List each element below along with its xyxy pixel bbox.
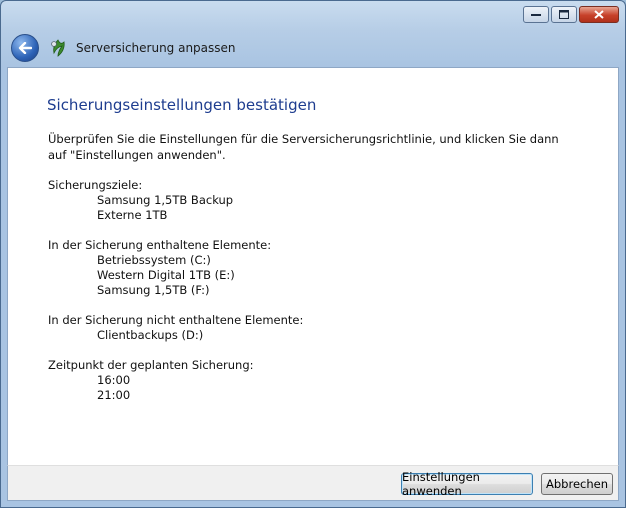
included-label: In der Sicherung enthaltene Elemente: xyxy=(48,238,272,252)
server-backup-icon xyxy=(51,39,65,57)
excluded-label: In der Sicherung nicht enthaltene Elemen… xyxy=(48,313,304,327)
page-title: Sicherungseinstellungen bestätigen xyxy=(47,96,317,114)
wizard-footer: Einstellungen anwenden Abbrechen xyxy=(7,465,619,501)
schedule-time: 21:00 xyxy=(97,388,131,402)
close-icon xyxy=(594,10,604,19)
close-button[interactable] xyxy=(579,6,619,23)
targets-label: Sicherungsziele: xyxy=(48,178,143,192)
wizard-content: Sicherungseinstellungen bestätigen Überp… xyxy=(7,67,619,467)
wizard-window: Serversicherung anpassen Sicherungseinst… xyxy=(0,0,626,508)
excluded-item: Clientbackups (D:) xyxy=(97,328,204,342)
included-item: Western Digital 1TB (E:) xyxy=(97,268,235,282)
schedule-label: Zeitpunkt der geplanten Sicherung: xyxy=(48,358,254,372)
back-arrow-icon xyxy=(18,42,32,54)
back-button[interactable] xyxy=(11,34,39,62)
minimize-button[interactable] xyxy=(523,6,549,23)
included-item: Samsung 1,5TB (F:) xyxy=(97,283,210,297)
schedule-time: 16:00 xyxy=(97,373,131,387)
window-title: Serversicherung anpassen xyxy=(76,41,236,55)
intro-text: Überprüfen Sie die Einstellungen für die… xyxy=(48,132,559,162)
maximize-button[interactable] xyxy=(551,6,577,23)
cancel-button[interactable]: Abbrechen xyxy=(541,473,613,495)
wizard-header: Serversicherung anpassen xyxy=(7,31,619,65)
included-item: Betriebssystem (C:) xyxy=(97,253,211,267)
caption-buttons xyxy=(523,6,619,23)
maximize-icon xyxy=(559,10,569,19)
minimize-icon xyxy=(531,13,541,16)
apply-settings-button[interactable]: Einstellungen anwenden xyxy=(401,470,533,498)
target-item: Samsung 1,5TB Backup xyxy=(97,193,234,207)
target-item: Externe 1TB xyxy=(97,208,168,222)
